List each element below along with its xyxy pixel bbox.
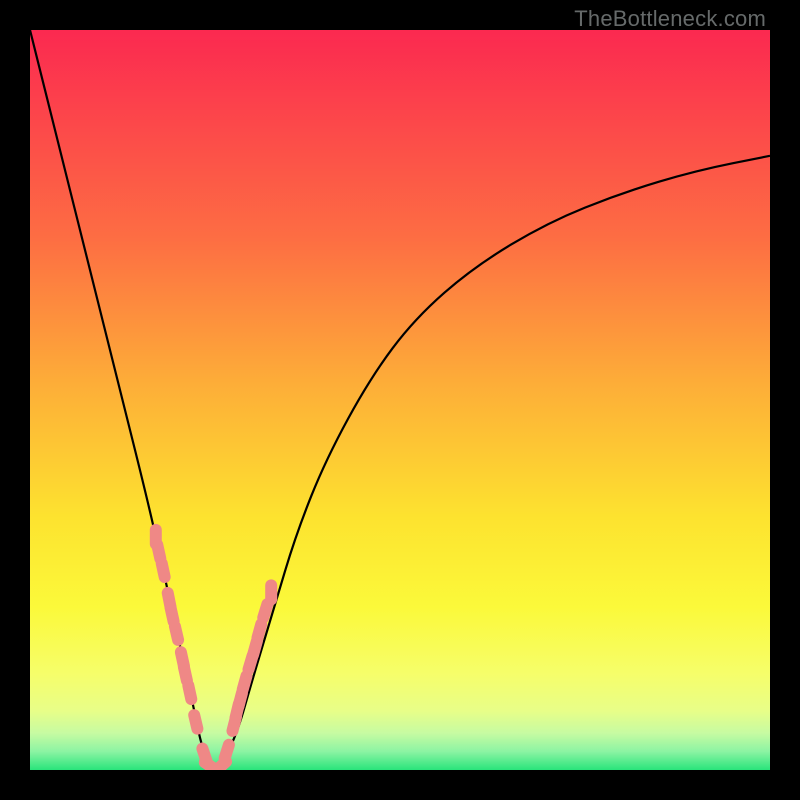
plot-area [30,30,770,770]
marker-point [265,579,277,605]
chart-frame: TheBottleneck.com [0,0,800,800]
marker-point [181,678,198,706]
marker-point [155,556,172,584]
marker-point [168,619,186,647]
marker-point [187,708,205,736]
highlight-markers [150,524,277,770]
watermark-text: TheBottleneck.com [574,6,766,32]
bottleneck-curve [30,30,770,768]
curve-path [30,30,770,768]
marker-point [217,737,236,765]
chart-svg [30,30,770,770]
